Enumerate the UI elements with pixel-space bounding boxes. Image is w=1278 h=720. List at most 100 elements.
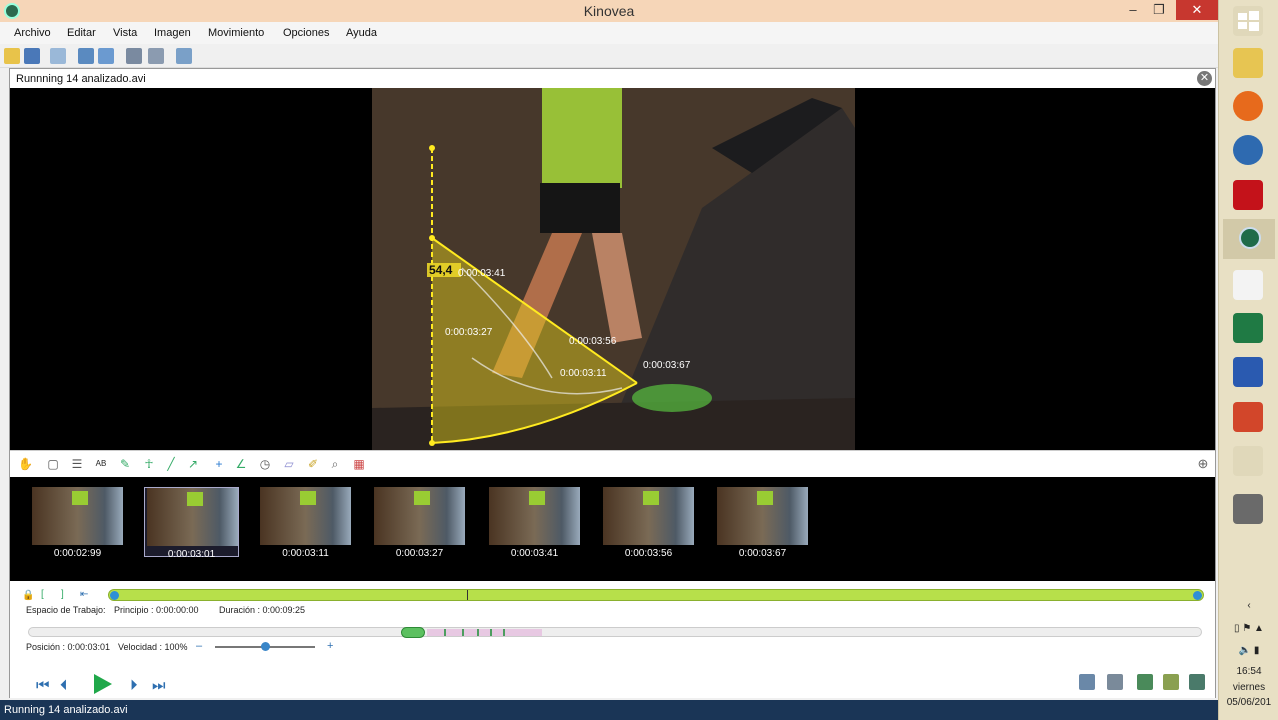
dots-app-icon[interactable] — [1233, 270, 1263, 300]
position-track[interactable] — [28, 627, 1202, 638]
keyframe-thumb[interactable]: 0:00:03:67 — [715, 487, 810, 559]
maximize-button[interactable]: ❐ — [1146, 0, 1172, 20]
layout-icon[interactable] — [50, 48, 66, 64]
menu-ayuda[interactable]: Ayuda — [346, 27, 377, 39]
keyframe-thumb[interactable]: 0:00:03:56 — [601, 487, 696, 559]
save-slideshow-icon[interactable] — [1163, 674, 1179, 690]
label-icon[interactable]: AB — [94, 457, 108, 471]
acrobat-icon[interactable] — [1233, 180, 1263, 210]
open-folder-icon[interactable] — [4, 48, 20, 64]
keyframe-thumb-selected[interactable]: 0:00:03:01 — [144, 487, 239, 560]
export-diaporama-icon[interactable] — [1189, 674, 1205, 690]
single-screen-icon[interactable] — [78, 48, 94, 64]
video-viewport[interactable]: 54,4 0:00:03:41 0:00:03:27 0:00:03:56 0:… — [10, 88, 1215, 450]
dual-screen-icon[interactable] — [98, 48, 114, 64]
pencil-icon[interactable]: ✎ — [118, 457, 132, 471]
magnifier-icon[interactable]: ✐ — [306, 457, 320, 471]
workspace-start-handle[interactable] — [110, 591, 119, 600]
word-icon[interactable] — [1233, 357, 1263, 387]
file-explorer-icon[interactable] — [1233, 48, 1263, 78]
workspace-end-handle[interactable] — [1193, 591, 1202, 600]
clock-time[interactable]: 16:54 — [1219, 666, 1278, 677]
tray-icons[interactable]: ▯ ⚑ ▲ — [1219, 623, 1278, 634]
save-video-icon[interactable] — [1137, 674, 1153, 690]
menu-movimiento[interactable]: Movimiento — [208, 27, 264, 39]
speed-increase-button[interactable]: + — [327, 640, 333, 652]
workspace-label: Espacio de Trabajo: — [26, 605, 106, 615]
firefox-icon[interactable] — [1233, 91, 1263, 121]
speed-slider[interactable] — [215, 642, 315, 651]
volume-icon[interactable]: 🔈 ▮ — [1219, 645, 1278, 656]
excel-icon[interactable] — [1233, 313, 1263, 343]
menu-archivo[interactable]: Archivo — [14, 27, 51, 39]
first-frame-button[interactable]: ⏮ — [36, 677, 50, 694]
kinovea-taskbar-item[interactable] — [1223, 219, 1275, 259]
keyframe-time: 0:00:03:01 — [167, 549, 216, 560]
screen-close-icon[interactable]: ✕ — [1197, 71, 1212, 86]
menu-opciones[interactable]: Opciones — [283, 27, 329, 39]
title-bar: Kinovea – ❐ ✕ — [0, 0, 1218, 22]
save-icon[interactable] — [24, 48, 40, 64]
set-end-icon[interactable]: ] — [61, 589, 64, 600]
minimize-button[interactable]: – — [1120, 0, 1146, 20]
color-picker-icon[interactable]: ▦ — [352, 457, 366, 471]
clock-date: 05/06/201 — [1226, 697, 1272, 708]
speed-slider-knob[interactable] — [260, 642, 270, 651]
human-model-icon[interactable]: ☥ — [142, 457, 156, 471]
chrono-icon[interactable]: ◷ — [258, 457, 272, 471]
snapshot-icon[interactable] — [1079, 674, 1095, 690]
line-icon[interactable]: ╱ — [164, 457, 178, 471]
video-scene: 54,4 0:00:03:41 0:00:03:27 0:00:03:56 0:… — [372, 88, 855, 450]
pen-app-icon[interactable] — [1233, 494, 1263, 524]
keyframe-image — [32, 487, 123, 545]
keyframe-time: 0:00:03:67 — [738, 548, 787, 559]
thunderbird-icon[interactable] — [1233, 135, 1263, 165]
workspace-bar[interactable] — [108, 589, 1204, 601]
keyframe-thumb[interactable]: 0:00:02:99 — [30, 487, 125, 559]
speed-decrease-button[interactable]: – — [196, 640, 202, 652]
comment-icon[interactable]: ☰ — [70, 457, 84, 471]
grid-icon[interactable]: ▱ — [282, 457, 296, 471]
angle-icon[interactable]: ∠ — [234, 457, 248, 471]
keyframe-thumb[interactable]: 0:00:03:27 — [372, 487, 467, 559]
set-start-icon[interactable]: [ — [41, 589, 44, 600]
speed-label: Velocidad : 100% — [118, 642, 188, 652]
player-screen: Runnning 14 analizado.avi ✕ 54,4 0:00:03… — [9, 68, 1216, 698]
previous-frame-button[interactable]: ⏴ — [60, 677, 68, 694]
reset-workspace-icon[interactable]: ⇤ — [80, 589, 88, 600]
key-image-icon[interactable]: ▢ — [46, 457, 60, 471]
keyframe-thumb[interactable]: 0:00:03:11 — [258, 487, 353, 559]
next-frame-button[interactable]: ⏵ — [130, 677, 138, 694]
last-frame-button[interactable]: ⏭ — [152, 677, 166, 694]
zoom-icon[interactable]: ⌕ — [328, 457, 342, 471]
position-slider-thumb[interactable] — [401, 627, 425, 638]
trajectory-label: 0:00:03:11 — [560, 368, 607, 379]
close-button[interactable]: ✕ — [1176, 0, 1218, 20]
kinovea-window: Kinovea – ❐ ✕ Archivo Editar Vista Image… — [0, 0, 1218, 720]
keyframe-time: 0:00:03:27 — [395, 548, 444, 559]
export-icon[interactable] — [176, 48, 192, 64]
menu-editar[interactable]: Editar — [67, 27, 96, 39]
running-app-icon[interactable] — [1233, 446, 1263, 476]
capture-dual-icon[interactable] — [148, 48, 164, 64]
keyframe-thumb[interactable]: 0:00:03:41 — [487, 487, 582, 559]
windows-start-icon[interactable] — [1233, 6, 1263, 36]
lock-icon[interactable]: 🔒 — [22, 590, 34, 601]
angle-value-label: 54,4 — [429, 263, 453, 277]
multi-snapshot-icon[interactable] — [1107, 674, 1123, 690]
play-button[interactable] — [94, 674, 112, 694]
arrow-icon[interactable]: ↗ — [186, 457, 200, 471]
menu-vista[interactable]: Vista — [113, 27, 137, 39]
dock-down-icon[interactable]: ⊕ — [1196, 457, 1210, 471]
powerpoint-icon[interactable] — [1233, 402, 1263, 432]
keyframe-image — [147, 488, 238, 546]
tray-chevron-icon[interactable]: ‹ — [1219, 600, 1278, 611]
capture-icon[interactable] — [126, 48, 142, 64]
menu-imagen[interactable]: Imagen — [154, 27, 191, 39]
hand-icon[interactable]: ✋ — [18, 457, 33, 471]
workspace-cursor — [467, 590, 468, 600]
keyframe-marker — [477, 629, 479, 636]
trajectory-label: 0:00:03:27 — [445, 327, 493, 338]
cross-marker-icon[interactable]: + — [212, 457, 226, 471]
video-frame[interactable]: 54,4 0:00:03:41 0:00:03:27 0:00:03:56 0:… — [372, 88, 855, 450]
